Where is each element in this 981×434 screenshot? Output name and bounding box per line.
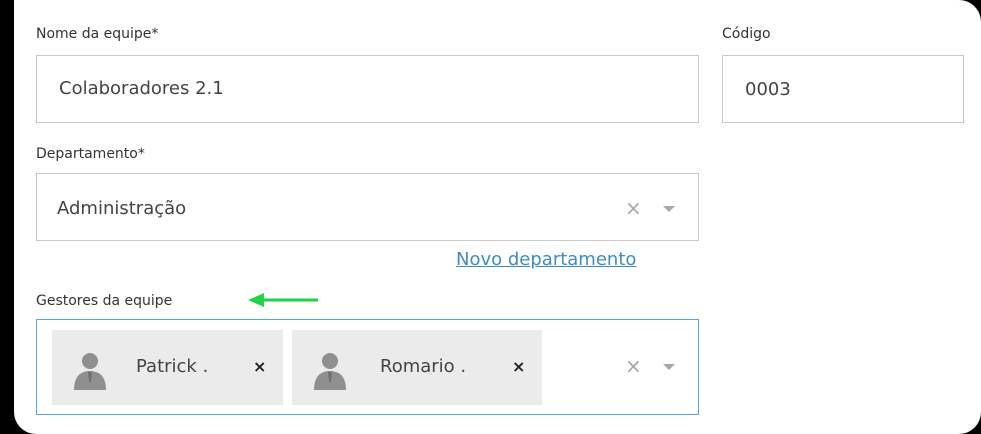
team-name-label: Nome da equipe* (36, 26, 159, 42)
department-clear-icon[interactable]: × (625, 198, 642, 218)
manager-name: Romario . (380, 356, 467, 377)
person-avatar-icon (74, 353, 106, 390)
remove-manager-icon[interactable]: × (253, 357, 266, 376)
manager-name: Patrick . (136, 356, 209, 377)
remove-manager-icon[interactable]: × (512, 357, 525, 376)
team-form-panel: Nome da equipe* Colaboradores 2.1 Código… (14, 0, 981, 434)
person-avatar-icon (314, 353, 346, 390)
managers-chevron-down-icon[interactable] (663, 364, 675, 370)
code-label: Código (722, 26, 771, 42)
department-select[interactable]: Administração × (36, 173, 699, 241)
managers-multiselect[interactable]: Patrick . × Romario . × × (36, 319, 699, 415)
department-value: Administração (57, 198, 187, 219)
code-input[interactable]: 0003 (722, 55, 964, 123)
left-arrow-icon (248, 293, 318, 307)
managers-clear-icon[interactable]: × (625, 356, 642, 376)
team-name-input[interactable]: Colaboradores 2.1 (36, 55, 699, 123)
department-chevron-down-icon[interactable] (663, 206, 675, 212)
manager-chip: Romario . × (292, 330, 542, 405)
department-label: Departamento* (36, 146, 145, 162)
code-value: 0003 (745, 79, 791, 100)
new-department-link[interactable]: Novo departamento (456, 249, 636, 270)
manager-chip: Patrick . × (52, 330, 283, 405)
team-name-value: Colaboradores 2.1 (59, 78, 224, 99)
managers-label: Gestores da equipe (36, 293, 173, 309)
